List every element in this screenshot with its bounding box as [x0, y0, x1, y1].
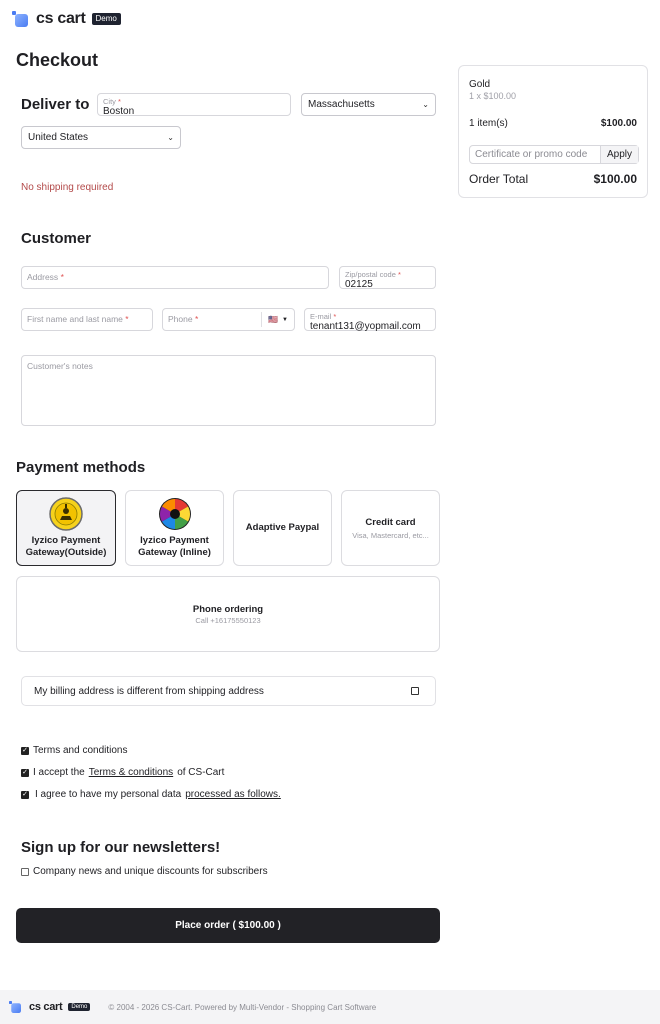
payment-name: Iyzico Payment Gateway(Outside) [25, 535, 107, 558]
city-field[interactable]: City * Boston [97, 93, 291, 117]
terms-and-conditions-row: ✓ Terms and conditions [21, 745, 128, 756]
iyzico-inline-logo-icon [158, 498, 191, 530]
terms-label: Terms and conditions [33, 745, 128, 756]
phone-field[interactable]: Phone * 🇺🇸 ▼ [162, 308, 295, 331]
footer-demo-badge: Demo [68, 1003, 91, 1011]
address-field[interactable]: Address * [21, 266, 329, 289]
state-value: Massachusetts [308, 99, 375, 110]
promo-code-input[interactable]: Certificate or promo code [470, 146, 600, 163]
demo-badge: Demo [91, 13, 121, 25]
brand-name: cs cart [36, 10, 86, 27]
summary-items-label: 1 item(s) [469, 118, 508, 129]
order-summary: Gold 1 x $100.00 1 item(s) $100.00 Certi… [458, 65, 648, 198]
address-label: Address [27, 272, 59, 282]
footer: cs cart Demo © 2004 - 2026 CS-Cart. Powe… [0, 990, 660, 1024]
payment-methods-heading: Payment methods [16, 459, 146, 476]
apply-promo-button[interactable]: Apply [600, 146, 638, 163]
personal-data-link[interactable]: processed as follows. [185, 789, 281, 800]
promo-code-group: Certificate or promo code Apply [469, 145, 639, 164]
email-value: tenant131@yopmail.com [310, 321, 421, 332]
page-title: Checkout [16, 50, 99, 70]
terms-checkbox[interactable]: ✓ [21, 746, 29, 755]
payment-subtitle: Call +16175550123 [195, 615, 261, 625]
accept-terms-row: ✓ I accept the Terms & conditions of CS-… [21, 767, 224, 778]
zip-label: Zip/postal code [345, 270, 396, 279]
chevron-down-icon: ⌄ [422, 100, 429, 109]
city-label: City [103, 97, 116, 106]
billing-address-toggle[interactable]: My billing address is different from shi… [21, 676, 436, 706]
payment-credit-card[interactable]: Credit card Visa, Mastercard, etc... [341, 490, 440, 566]
summary-product-qty: 1 x $100.00 [469, 91, 517, 101]
phone-label: Phone [168, 314, 193, 324]
billing-address-checkbox[interactable] [411, 687, 419, 695]
payment-iyzico-outside[interactable]: Iyzico Payment Gateway(Outside) [16, 490, 116, 566]
payment-name: Adaptive Paypal [245, 522, 320, 533]
zip-value: 02125 [345, 279, 373, 290]
footer-brand[interactable]: cs cart [29, 1001, 63, 1013]
accept-terms-checkbox[interactable]: ✓ [21, 768, 29, 777]
country-select[interactable]: United States ⌄ [21, 126, 181, 149]
customer-notes-label: Customer's notes [27, 361, 93, 371]
city-value: Boston [103, 106, 135, 117]
header-logo[interactable]: cs cart Demo [12, 10, 121, 28]
personal-data-checkbox[interactable]: ✓ [21, 790, 29, 799]
phone-country-selector[interactable]: 🇺🇸 ▼ [261, 312, 294, 327]
state-select[interactable]: Massachusetts ⌄ [301, 93, 436, 116]
newsletter-heading: Sign up for our newsletters! [21, 839, 221, 856]
terms-link[interactable]: Terms & conditions [89, 767, 173, 778]
newsletter-option-row: Company news and unique discounts for su… [21, 866, 268, 877]
email-field[interactable]: E-mail * tenant131@yopmail.com [304, 308, 436, 332]
name-label: First name and last name [27, 314, 123, 324]
order-total-label: Order Total [469, 172, 529, 186]
footer-copyright: © 2004 - 2026 CS-Cart. Powered by Multi-… [108, 1002, 377, 1012]
order-total-value: $100.00 [593, 172, 637, 186]
cs-cart-logo-icon [9, 1001, 23, 1013]
personal-prefix: I agree to have my personal data [35, 789, 182, 800]
customer-notes-textarea[interactable]: Customer's notes [21, 355, 436, 426]
summary-items-total: $100.00 [600, 118, 637, 129]
email-label: E-mail [310, 312, 332, 321]
chevron-down-icon: ⌄ [167, 133, 174, 142]
zip-field[interactable]: Zip/postal code * 02125 [339, 266, 436, 290]
iyzico-outside-logo-icon [49, 497, 83, 531]
deliver-to-heading: Deliver to [21, 96, 90, 113]
accept-suffix: of CS-Cart [177, 767, 225, 778]
payment-iyzico-inline[interactable]: Iyzico Payment Gateway (Inline) [125, 490, 224, 566]
newsletter-checkbox[interactable] [21, 867, 29, 876]
payment-name: Phone ordering [192, 603, 264, 615]
newsletter-option-label: Company news and unique discounts for su… [33, 866, 268, 877]
personal-data-row: ✓ I agree to have my personal data proce… [21, 789, 281, 800]
payment-adaptive-paypal[interactable]: Adaptive Paypal [233, 490, 332, 566]
summary-product-name[interactable]: Gold [469, 79, 490, 90]
caret-down-icon: ▼ [282, 316, 288, 323]
billing-address-label: My billing address is different from shi… [34, 685, 264, 697]
payment-phone-ordering[interactable]: Phone ordering Call +16175550123 [16, 576, 440, 652]
accept-prefix: I accept the [33, 767, 85, 778]
payment-name: Iyzico Payment Gateway (Inline) [138, 535, 211, 558]
payment-name: Credit card [365, 516, 416, 528]
place-order-button[interactable]: Place order ( $100.00 ) [16, 908, 440, 943]
payment-subtitle: Visa, Mastercard, etc... [352, 530, 429, 540]
name-field[interactable]: First name and last name * [21, 308, 153, 331]
country-value: United States [28, 132, 89, 143]
us-flag-icon: 🇺🇸 [268, 315, 279, 324]
customer-heading: Customer [21, 230, 92, 247]
cs-cart-logo-icon [12, 11, 30, 27]
no-shipping-notice: No shipping required [21, 182, 114, 193]
